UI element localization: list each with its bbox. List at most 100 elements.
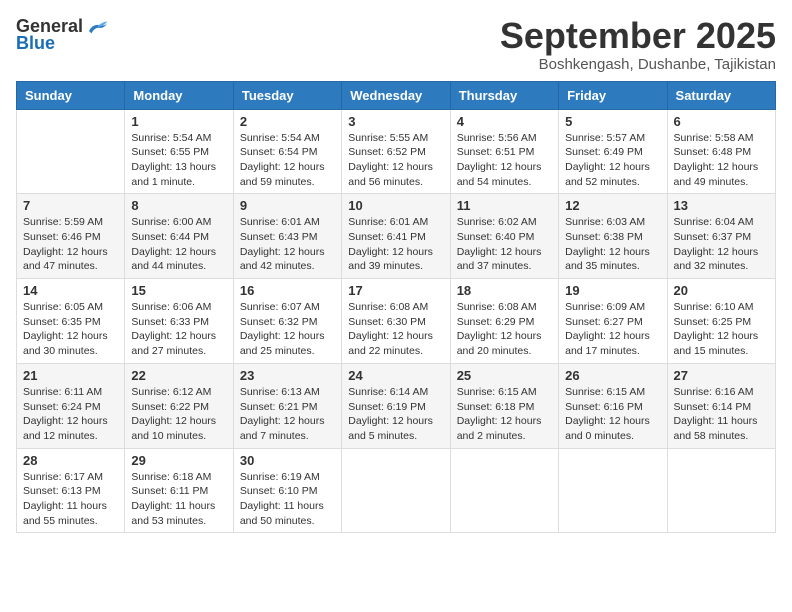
calendar-cell: 25 Sunrise: 6:15 AM Sunset: 6:18 PM Dayli… xyxy=(450,363,558,448)
day-info: Sunrise: 5:55 AM Sunset: 6:52 PM Dayligh… xyxy=(348,131,443,190)
weekday-header-sunday: Sunday xyxy=(17,81,125,109)
calendar-cell: 10 Sunrise: 6:01 AM Sunset: 6:41 PM Dayli… xyxy=(342,194,450,279)
calendar-cell: 12 Sunrise: 6:03 AM Sunset: 6:38 PM Dayli… xyxy=(559,194,667,279)
calendar-cell: 15Sunrise: 6:06 AM Sunset: 6:33 PM Dayli… xyxy=(125,279,233,364)
day-number: 3 xyxy=(348,114,443,129)
calendar-cell: 21 Sunrise: 6:11 AM Sunset: 6:24 PM Dayli… xyxy=(17,363,125,448)
calendar-cell: 29 Sunrise: 6:18 AM Sunset: 6:11 PM Dayli… xyxy=(125,448,233,533)
day-number: 24 xyxy=(348,368,443,383)
day-number: 18 xyxy=(457,283,552,298)
calendar-cell xyxy=(450,448,558,533)
day-info: Sunrise: 6:19 AM Sunset: 6:10 PM Dayligh… xyxy=(240,470,335,529)
weekday-header-thursday: Thursday xyxy=(450,81,558,109)
calendar-cell: 26 Sunrise: 6:15 AM Sunset: 6:16 PM Dayli… xyxy=(559,363,667,448)
day-number: 1 xyxy=(131,114,226,129)
calendar-week-1: 1 Sunrise: 5:54 AM Sunset: 6:55 PM Daylig… xyxy=(17,109,776,194)
day-info: Sunrise: 6:09 AM Sunset: 6:27 PM Dayligh… xyxy=(565,300,660,359)
month-title: September 2025 xyxy=(500,16,776,56)
day-number: 12 xyxy=(565,198,660,213)
day-number: 6 xyxy=(674,114,769,129)
day-info: Sunrise: 5:56 AM Sunset: 6:51 PM Dayligh… xyxy=(457,131,552,190)
day-info: Sunrise: 6:17 AM Sunset: 6:13 PM Dayligh… xyxy=(23,470,118,529)
day-info: Sunrise: 6:15 AM Sunset: 6:18 PM Dayligh… xyxy=(457,385,552,444)
logo-blue: Blue xyxy=(16,33,55,54)
day-info: Sunrise: 6:14 AM Sunset: 6:19 PM Dayligh… xyxy=(348,385,443,444)
calendar-cell xyxy=(667,448,775,533)
calendar-cell: 5Sunrise: 5:57 AM Sunset: 6:49 PM Daylig… xyxy=(559,109,667,194)
logo-bird-icon xyxy=(85,17,109,37)
day-info: Sunrise: 6:11 AM Sunset: 6:24 PM Dayligh… xyxy=(23,385,118,444)
calendar-cell xyxy=(559,448,667,533)
day-number: 17 xyxy=(348,283,443,298)
calendar-cell: 1 Sunrise: 5:54 AM Sunset: 6:55 PM Daylig… xyxy=(125,109,233,194)
title-block: September 2025 Boshkengash, Dushanbe, Ta… xyxy=(500,16,776,73)
day-number: 19 xyxy=(565,283,660,298)
calendar-cell: 9 Sunrise: 6:01 AM Sunset: 6:43 PM Daylig… xyxy=(233,194,341,279)
calendar-cell: 6 Sunrise: 5:58 AM Sunset: 6:48 PM Daylig… xyxy=(667,109,775,194)
weekday-header-wednesday: Wednesday xyxy=(342,81,450,109)
calendar-cell: 7Sunrise: 5:59 AM Sunset: 6:46 PM Daylig… xyxy=(17,194,125,279)
calendar-week-3: 14Sunrise: 6:05 AM Sunset: 6:35 PM Dayli… xyxy=(17,279,776,364)
day-number: 25 xyxy=(457,368,552,383)
calendar-week-4: 21 Sunrise: 6:11 AM Sunset: 6:24 PM Dayli… xyxy=(17,363,776,448)
page-header: General Blue September 2025 Boshkengash,… xyxy=(16,16,776,73)
calendar-cell: 18 Sunrise: 6:08 AM Sunset: 6:29 PM Dayli… xyxy=(450,279,558,364)
calendar-cell: 13 Sunrise: 6:04 AM Sunset: 6:37 PM Dayli… xyxy=(667,194,775,279)
calendar-cell: 30 Sunrise: 6:19 AM Sunset: 6:10 PM Dayli… xyxy=(233,448,341,533)
day-info: Sunrise: 6:02 AM Sunset: 6:40 PM Dayligh… xyxy=(457,215,552,274)
day-info: Sunrise: 6:08 AM Sunset: 6:29 PM Dayligh… xyxy=(457,300,552,359)
day-info: Sunrise: 6:10 AM Sunset: 6:25 PM Dayligh… xyxy=(674,300,769,359)
day-number: 7 xyxy=(23,198,118,213)
weekday-header-row: SundayMondayTuesdayWednesdayThursdayFrid… xyxy=(17,81,776,109)
day-info: Sunrise: 6:07 AM Sunset: 6:32 PM Dayligh… xyxy=(240,300,335,359)
calendar-cell: 19 Sunrise: 6:09 AM Sunset: 6:27 PM Dayli… xyxy=(559,279,667,364)
day-info: Sunrise: 6:00 AM Sunset: 6:44 PM Dayligh… xyxy=(131,215,226,274)
calendar-cell: 23 Sunrise: 6:13 AM Sunset: 6:21 PM Dayli… xyxy=(233,363,341,448)
day-number: 27 xyxy=(674,368,769,383)
day-number: 30 xyxy=(240,453,335,468)
day-info: Sunrise: 5:58 AM Sunset: 6:48 PM Dayligh… xyxy=(674,131,769,190)
day-number: 2 xyxy=(240,114,335,129)
day-number: 14 xyxy=(23,283,118,298)
day-number: 26 xyxy=(565,368,660,383)
calendar-cell xyxy=(342,448,450,533)
day-info: Sunrise: 6:01 AM Sunset: 6:41 PM Dayligh… xyxy=(348,215,443,274)
day-number: 10 xyxy=(348,198,443,213)
calendar-cell xyxy=(17,109,125,194)
day-number: 21 xyxy=(23,368,118,383)
day-info: Sunrise: 6:13 AM Sunset: 6:21 PM Dayligh… xyxy=(240,385,335,444)
calendar-cell: 8 Sunrise: 6:00 AM Sunset: 6:44 PM Daylig… xyxy=(125,194,233,279)
calendar-cell: 14Sunrise: 6:05 AM Sunset: 6:35 PM Dayli… xyxy=(17,279,125,364)
logo: General Blue xyxy=(16,16,109,54)
calendar-cell: 22Sunrise: 6:12 AM Sunset: 6:22 PM Dayli… xyxy=(125,363,233,448)
calendar-week-5: 28 Sunrise: 6:17 AM Sunset: 6:13 PM Dayli… xyxy=(17,448,776,533)
weekday-header-friday: Friday xyxy=(559,81,667,109)
day-number: 9 xyxy=(240,198,335,213)
day-number: 29 xyxy=(131,453,226,468)
day-info: Sunrise: 6:03 AM Sunset: 6:38 PM Dayligh… xyxy=(565,215,660,274)
day-number: 28 xyxy=(23,453,118,468)
day-number: 11 xyxy=(457,198,552,213)
day-info: Sunrise: 6:04 AM Sunset: 6:37 PM Dayligh… xyxy=(674,215,769,274)
day-number: 22 xyxy=(131,368,226,383)
day-number: 20 xyxy=(674,283,769,298)
day-info: Sunrise: 6:18 AM Sunset: 6:11 PM Dayligh… xyxy=(131,470,226,529)
calendar-cell: 20 Sunrise: 6:10 AM Sunset: 6:25 PM Dayli… xyxy=(667,279,775,364)
day-info: Sunrise: 6:06 AM Sunset: 6:33 PM Dayligh… xyxy=(131,300,226,359)
day-info: Sunrise: 6:08 AM Sunset: 6:30 PM Dayligh… xyxy=(348,300,443,359)
day-number: 4 xyxy=(457,114,552,129)
weekday-header-monday: Monday xyxy=(125,81,233,109)
day-number: 16 xyxy=(240,283,335,298)
day-info: Sunrise: 5:54 AM Sunset: 6:54 PM Dayligh… xyxy=(240,131,335,190)
day-info: Sunrise: 6:15 AM Sunset: 6:16 PM Dayligh… xyxy=(565,385,660,444)
day-number: 23 xyxy=(240,368,335,383)
day-info: Sunrise: 5:54 AM Sunset: 6:55 PM Dayligh… xyxy=(131,131,226,190)
day-info: Sunrise: 6:01 AM Sunset: 6:43 PM Dayligh… xyxy=(240,215,335,274)
calendar-cell: 24 Sunrise: 6:14 AM Sunset: 6:19 PM Dayli… xyxy=(342,363,450,448)
day-number: 13 xyxy=(674,198,769,213)
location-subtitle: Boshkengash, Dushanbe, Tajikistan xyxy=(500,56,776,73)
calendar-cell: 3 Sunrise: 5:55 AM Sunset: 6:52 PM Daylig… xyxy=(342,109,450,194)
calendar-week-2: 7Sunrise: 5:59 AM Sunset: 6:46 PM Daylig… xyxy=(17,194,776,279)
day-number: 8 xyxy=(131,198,226,213)
calendar-cell: 16 Sunrise: 6:07 AM Sunset: 6:32 PM Dayli… xyxy=(233,279,341,364)
